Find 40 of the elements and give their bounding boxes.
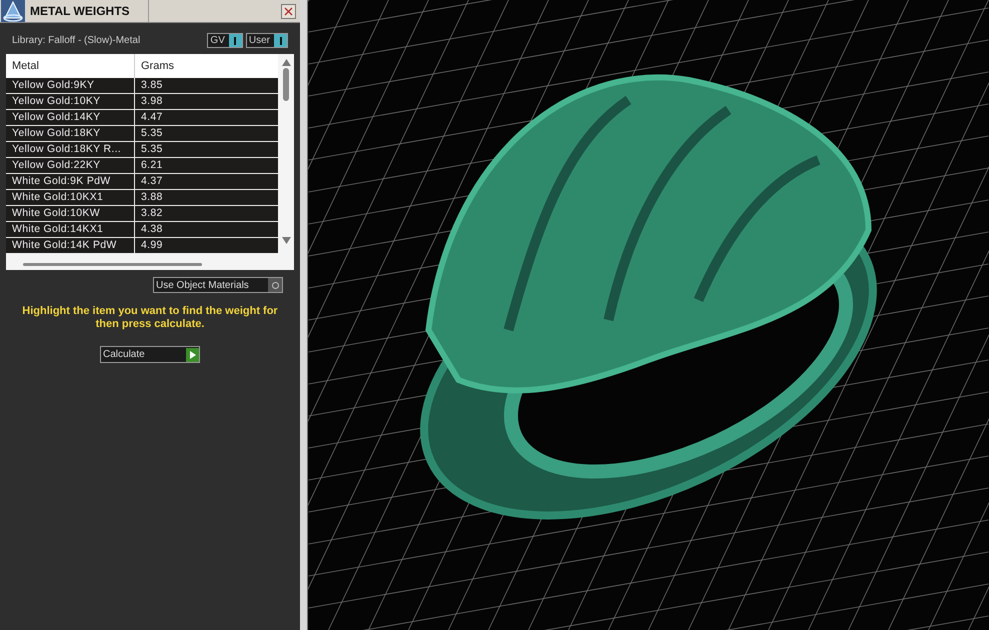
ring-model-drawing[interactable]: [420, 74, 877, 520]
table-cell: Yellow Gold:14KY: [6, 110, 135, 125]
table-cell-text: 3.98: [140, 94, 164, 109]
table-cell: White Gold:9K PdW: [6, 174, 135, 189]
toggle-button[interactable]: User: [246, 33, 288, 48]
scroll-thumb[interactable]: [283, 68, 289, 101]
close-icon: [284, 6, 293, 16]
table-cell: Yellow Gold:22KY: [6, 158, 135, 173]
toggle-button[interactable]: GV: [207, 33, 243, 48]
use-object-materials-checkbox[interactable]: Use Object Materials: [153, 277, 283, 293]
column-header[interactable]: Grams: [135, 54, 278, 78]
panel-splitter[interactable]: [300, 0, 308, 630]
up-arrow-icon[interactable]: [282, 59, 290, 66]
table-cell-text: 3.85: [140, 78, 164, 93]
calculate-button[interactable]: Calculate: [100, 346, 200, 363]
instruction-text: Highlight the item you want to find the weight for then press calculate.: [21, 305, 279, 331]
table-cell: White Gold:14K PdW: [6, 238, 135, 253]
table-cell-text: 3.82: [140, 206, 164, 221]
table-cell-text: 4.99: [140, 238, 164, 253]
table-cell-text: 6.21: [140, 158, 164, 173]
play-arrow-icon: [190, 350, 196, 358]
table-cell-text: 5.35: [140, 142, 164, 157]
table-cell: White Gold:14KX1: [6, 222, 135, 237]
horizontal-scrollbar[interactable]: [23, 263, 202, 266]
table-cell-text: 4.37: [140, 174, 164, 189]
table-cell: White Gold:10KX1: [6, 190, 135, 205]
table-cell: Yellow Gold:10KY: [6, 94, 135, 109]
window-title: METAL WEIGHTS: [30, 3, 131, 20]
library-label: Library: Falloff - (Slow)-Metal: [12, 34, 140, 48]
table-cell: Yellow Gold:18KY R...: [6, 142, 135, 157]
table-cell-text: 3.88: [140, 190, 164, 205]
down-arrow-icon[interactable]: [282, 237, 290, 244]
table-cell-text: 4.47: [140, 110, 164, 125]
table-cell: Yellow Gold:18KY: [6, 126, 135, 141]
close-button[interactable]: [281, 4, 296, 18]
app-logo-icon: [1, 0, 25, 22]
table-cell-text: 4.38: [140, 222, 164, 237]
table-cell-text: 5.35: [140, 126, 164, 141]
table-cell: White Gold:10KW: [6, 206, 135, 221]
table-cell: Yellow Gold:9KY: [6, 78, 135, 93]
